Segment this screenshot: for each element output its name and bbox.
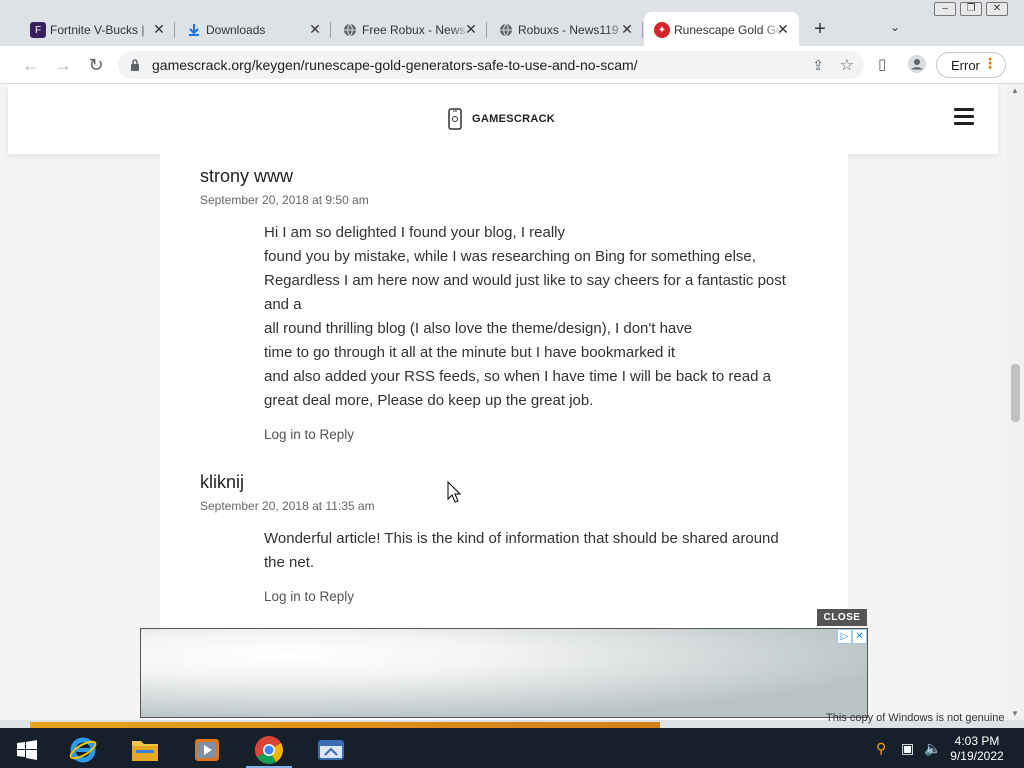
window-controls: – ❐ ✕ (934, 2, 1008, 16)
ad-close-button[interactable]: CLOSE (817, 609, 867, 626)
tab-robuxs[interactable]: Robuxs - News119 ✕ (488, 12, 643, 48)
side-panel-icon[interactable]: ▯ (878, 55, 886, 73)
comment-line: Regardless I am here now and would just … (264, 272, 786, 289)
comment-body: Wonderful article! This is the kind of i… (264, 527, 779, 575)
forward-icon[interactable]: → (52, 54, 74, 76)
new-tab-button[interactable]: + (810, 18, 830, 40)
clock-date: 9/19/2022 (950, 749, 1004, 763)
tab-runescape[interactable]: ✦ Runescape Gold Generators ✕ (644, 12, 799, 48)
close-window-button[interactable]: ✕ (986, 2, 1008, 16)
internet-explorer-icon[interactable] (56, 731, 110, 768)
menu-dots-icon[interactable]: ⋮ (983, 55, 997, 72)
close-icon[interactable]: ✕ (151, 21, 167, 38)
scrollbar-thumb[interactable] (1011, 364, 1020, 422)
scroll-down-icon[interactable]: ▼ (1011, 709, 1019, 718)
site-name: GAMESCRACK (472, 113, 556, 125)
adchoices-icon[interactable]: ▷ (837, 629, 852, 644)
tab-label: Downloads (206, 23, 266, 37)
tab-label: Robuxs - News119 (518, 23, 619, 37)
chrome-icon[interactable] (242, 731, 296, 768)
comment-line: great deal more, Please do keep up the g… (264, 392, 594, 409)
search-icon[interactable]: ⚲ (876, 740, 886, 757)
comment-line: and also added your RSS feeds, so when I… (264, 368, 771, 385)
comment-line: time to go through it all at the minute … (264, 344, 676, 361)
taskbar: ⚲ ▣ 🔈 4:03 PM 9/19/2022 (0, 728, 1024, 768)
minimize-button[interactable]: – (934, 2, 956, 16)
share-icon[interactable]: ⇪ (812, 57, 824, 74)
site-header: GAMESCRACK (8, 84, 998, 154)
comment-body: Hi I am so delighted I found your blog, … (264, 221, 786, 413)
tab-label: Free Robux - News (362, 23, 466, 37)
globe-icon (498, 22, 514, 38)
tab-label: Fortnite V-Bucks | (50, 23, 145, 37)
fortnite-icon: F (30, 22, 46, 38)
address-bar[interactable]: gamescrack.org/keygen/runescape-gold-gen… (118, 51, 864, 79)
start-button[interactable] (0, 731, 54, 768)
windows-icon (17, 739, 37, 760)
tab-search-icon[interactable]: ⌄ (890, 20, 900, 34)
comment-line: all round thrilling blog (I also love th… (264, 320, 693, 337)
comment-date[interactable]: September 20, 2018 at 9:50 am (200, 193, 369, 207)
site-logo[interactable]: GAMESCRACK (448, 108, 555, 130)
close-icon[interactable]: ✕ (619, 21, 635, 38)
app-window-icon[interactable] (304, 731, 358, 768)
tab-downloads[interactable]: Downloads ✕ (176, 12, 331, 48)
error-button[interactable]: Error ⋮ (936, 52, 1006, 78)
page-scrollbar[interactable]: ▲ ▼ (1007, 84, 1024, 720)
comment-author[interactable]: kliknij (200, 472, 244, 493)
restore-button[interactable]: ❐ (960, 2, 982, 16)
comment-date[interactable]: September 20, 2018 at 11:35 am (200, 499, 375, 513)
profile-icon[interactable] (908, 55, 926, 77)
comment-line: the net. (264, 554, 315, 571)
reload-icon[interactable]: ↻ (85, 54, 107, 76)
reply-link[interactable]: Log in to Reply (264, 589, 354, 604)
comment-author[interactable]: strony www (200, 166, 293, 187)
media-player-icon[interactable] (180, 731, 234, 768)
tab-free-robux[interactable]: Free Robux - News ✕ (332, 12, 487, 48)
close-icon[interactable]: ✕ (463, 21, 479, 38)
comment-line: found you by mistake, while I was resear… (264, 248, 756, 265)
page-viewport: GAMESCRACK strony www September 20, 2018… (0, 84, 1024, 720)
volume-icon[interactable]: 🔈 (924, 740, 941, 757)
reply-link[interactable]: Log in to Reply (264, 427, 354, 442)
ad-badges: ▷ ✕ (837, 629, 867, 644)
close-icon[interactable]: ✕ (307, 21, 323, 38)
system-clock[interactable]: 4:03 PM 9/19/2022 (944, 734, 1010, 764)
hamburger-menu-icon[interactable] (954, 108, 974, 129)
windows-watermark: This copy of Windows is not genuine (826, 712, 1005, 724)
phone-icon (448, 108, 462, 130)
close-icon[interactable]: ✕ (775, 21, 791, 38)
tab-strip: F Fortnite V-Bucks | ✕ Downloads ✕ Free … (0, 0, 1024, 48)
ad-dismiss-icon[interactable]: ✕ (852, 629, 867, 644)
ad-banner[interactable]: ▷ ✕ (140, 628, 868, 718)
comment-line: Hi I am so delighted I found your blog, … (264, 224, 565, 241)
lock-icon[interactable] (128, 58, 142, 72)
comment-line: and a (264, 296, 302, 313)
runescape-icon: ✦ (654, 22, 670, 38)
error-label: Error (951, 57, 980, 73)
mouse-cursor-icon (447, 481, 461, 503)
url-text[interactable]: gamescrack.org/keygen/runescape-gold-gen… (152, 57, 638, 73)
file-explorer-icon[interactable] (118, 731, 172, 768)
download-icon (186, 22, 202, 38)
clock-time: 4:03 PM (954, 734, 1000, 748)
bookmark-star-icon[interactable]: ☆ (840, 55, 854, 75)
tab-label: Runescape Gold Generators (674, 23, 784, 37)
back-icon[interactable]: ← (20, 54, 42, 76)
comment-line: Wonderful article! This is the kind of i… (264, 530, 779, 547)
globe-icon (342, 22, 358, 38)
tab-fortnite[interactable]: F Fortnite V-Bucks | ✕ (20, 12, 175, 48)
scroll-up-icon[interactable]: ▲ (1011, 86, 1019, 95)
network-icon[interactable]: ▣ (901, 740, 914, 757)
browser-toolbar: ← → ↻ gamescrack.org/keygen/runescape-go… (0, 46, 1024, 84)
